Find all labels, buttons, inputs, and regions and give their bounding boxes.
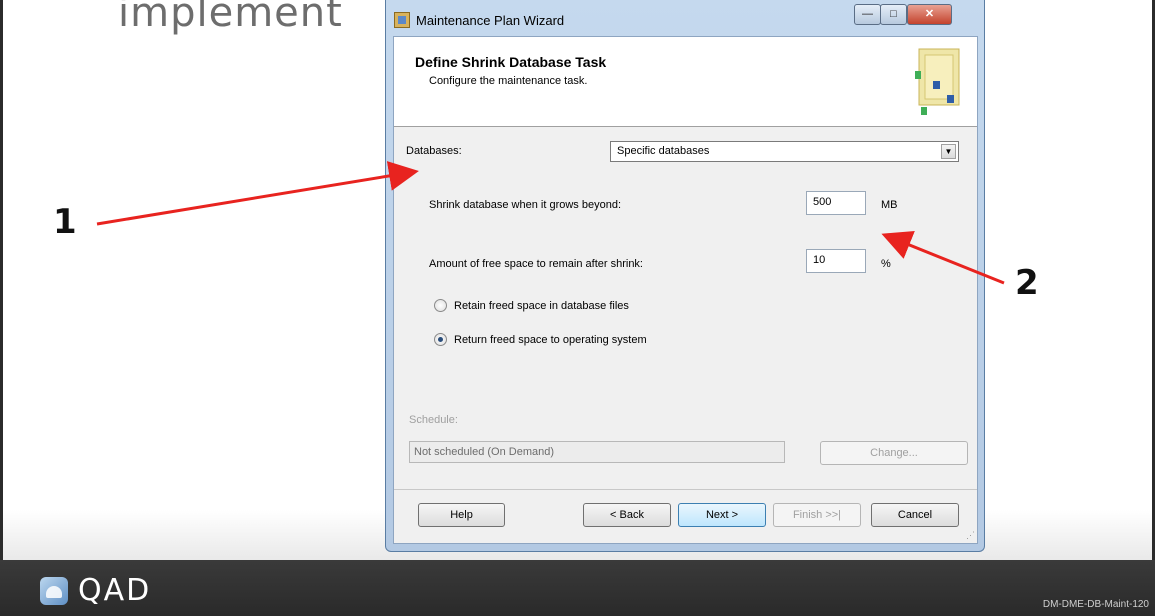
resize-grip-icon[interactable]: ⋰ (966, 530, 975, 541)
change-schedule-button[interactable]: Change... (820, 441, 968, 465)
close-button[interactable]: ✕ (907, 4, 952, 25)
callout-number-1: 1 (53, 202, 77, 242)
wizard-graphic-icon (915, 48, 960, 115)
next-button[interactable]: Next > (678, 503, 766, 527)
qad-logo-icon (40, 576, 68, 605)
help-button[interactable]: Help (418, 503, 505, 527)
window-title: Maintenance Plan Wizard (416, 13, 565, 28)
return-space-label[interactable]: Return freed space to operating system (454, 334, 647, 346)
window-titlebar[interactable]: Maintenance Plan Wizard — □ ✕ (386, 0, 984, 36)
shrink-threshold-unit: MB (881, 199, 898, 211)
schedule-label: Schedule: (409, 414, 458, 426)
finish-button[interactable]: Finish >>| (773, 503, 861, 527)
slide-title: implement (118, 0, 343, 36)
slide-border-left (0, 0, 3, 560)
minimize-button[interactable]: — (854, 4, 881, 25)
page-subtitle: Configure the maintenance task. (429, 75, 588, 87)
slide-code: DM-DME-DB-Maint-120 (1042, 599, 1149, 610)
databases-dropdown[interactable]: Specific databases ▼ (610, 141, 959, 162)
retain-space-radio[interactable] (434, 299, 447, 312)
free-space-input[interactable]: 10 (806, 249, 866, 273)
databases-selected-value: Specific databases (617, 145, 710, 157)
back-button[interactable]: < Back (583, 503, 671, 527)
retain-space-label[interactable]: Retain freed space in database files (454, 300, 629, 312)
cancel-button[interactable]: Cancel (871, 503, 959, 527)
databases-label: Databases: (406, 145, 462, 157)
callout-number-2: 2 (1015, 263, 1039, 303)
maximize-button[interactable]: □ (880, 4, 907, 25)
page-title: Define Shrink Database Task (415, 54, 607, 70)
arrow-1 (96, 161, 419, 226)
chevron-down-icon[interactable]: ▼ (941, 144, 956, 159)
free-space-label: Amount of free space to remain after shr… (429, 258, 643, 270)
free-space-unit: % (881, 258, 891, 270)
button-bar-separator (394, 489, 977, 490)
slide-footer: QAD DM-DME-DB-Maint-120 (0, 560, 1155, 616)
schedule-field: Not scheduled (On Demand) (409, 441, 785, 463)
qad-logo: QAD (40, 573, 151, 608)
wizard-header: Define Shrink Database Task Configure th… (394, 37, 977, 127)
shrink-threshold-label: Shrink database when it grows beyond: (429, 199, 622, 211)
qad-brand-text: QAD (78, 573, 152, 608)
return-space-radio[interactable] (434, 333, 447, 346)
maintenance-plan-wizard-window: Maintenance Plan Wizard — □ ✕ Define Shr… (385, 0, 985, 552)
shrink-threshold-input[interactable]: 500 (806, 191, 866, 215)
wizard-client-area: Define Shrink Database Task Configure th… (393, 36, 978, 544)
app-icon (394, 12, 410, 28)
